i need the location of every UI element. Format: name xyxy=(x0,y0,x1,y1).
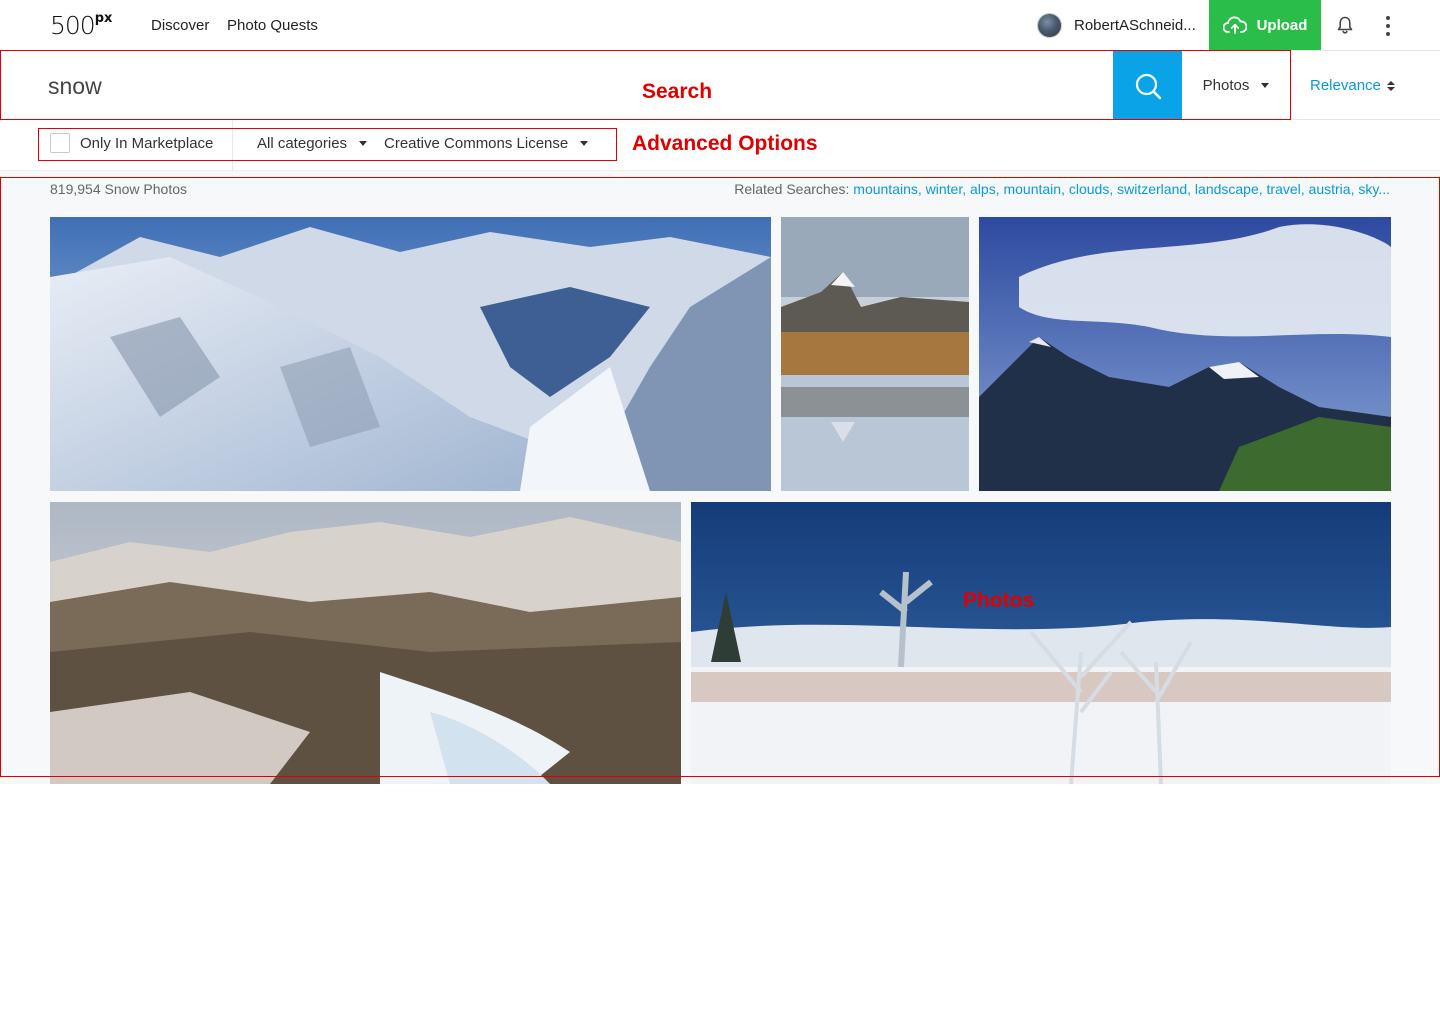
related-search-link[interactable]: travel xyxy=(1267,181,1301,197)
user-menu[interactable]: RobertASchneid... xyxy=(1037,12,1196,38)
content-type-select[interactable]: Photos xyxy=(1182,51,1290,120)
related-search-link[interactable]: austria xyxy=(1309,181,1351,197)
comma-separator: , xyxy=(1061,181,1065,197)
related-search-link[interactable]: sky... xyxy=(1358,181,1390,197)
license-select[interactable]: Creative Commons License xyxy=(384,135,589,152)
photo-image xyxy=(979,217,1391,491)
photo-tile[interactable] xyxy=(781,217,969,491)
logo-text: 500 xyxy=(50,11,96,40)
comma-separator: , xyxy=(962,181,967,197)
marketplace-label: Only In Marketplace xyxy=(80,134,214,152)
related-searches-label: Related Searches: xyxy=(734,181,850,197)
photo-image xyxy=(50,217,771,491)
search-bar: Photos Relevance xyxy=(0,50,1440,120)
sort-label: Relevance xyxy=(1310,77,1381,94)
photo-image xyxy=(691,502,1391,784)
category-select[interactable]: All categories xyxy=(257,135,368,152)
cloud-upload-icon xyxy=(1222,16,1247,34)
comma-separator: , xyxy=(1109,181,1114,197)
photo-image xyxy=(781,217,969,491)
photo-tile[interactable] xyxy=(691,502,1391,784)
related-search-link[interactable]: mountains xyxy=(853,181,918,197)
related-search-link[interactable]: clouds xyxy=(1069,181,1109,197)
comma-separator: , xyxy=(1350,181,1355,197)
search-button[interactable] xyxy=(1113,51,1182,120)
upload-button[interactable]: Upload xyxy=(1209,0,1321,50)
logo-sup: px xyxy=(94,10,113,26)
related-search-link[interactable]: landscape xyxy=(1195,181,1259,197)
marketplace-filter[interactable]: Only In Marketplace xyxy=(50,133,213,153)
photo-image xyxy=(50,502,681,784)
results-count: 819,954 Snow Photos xyxy=(50,181,187,197)
photo-tile[interactable] xyxy=(50,502,681,784)
bell-icon[interactable] xyxy=(1335,15,1355,35)
category-label: All categories xyxy=(257,135,348,152)
content-type-label: Photos xyxy=(1202,77,1250,94)
comma-separator: , xyxy=(917,181,922,197)
sort-select[interactable]: Relevance xyxy=(1310,51,1395,120)
comma-separator: , xyxy=(1258,181,1263,197)
comma-separator: , xyxy=(995,181,1000,197)
avatar xyxy=(1037,12,1062,38)
chevron-down-icon xyxy=(359,141,368,146)
results-area: 819,954 Snow Photos Related Searches: mo… xyxy=(0,171,1440,784)
related-search-link[interactable]: alps xyxy=(970,181,996,197)
related-search-link[interactable]: mountain xyxy=(1003,181,1061,197)
related-search-link[interactable]: switzerland xyxy=(1117,181,1187,197)
top-navigation: 500px Discover Photo Quests RobertASchne… xyxy=(0,0,1440,50)
search-icon xyxy=(1135,73,1161,99)
sort-arrows-icon xyxy=(1386,80,1395,91)
comma-separator: , xyxy=(1300,181,1305,197)
chevron-down-icon xyxy=(1261,83,1270,88)
marketplace-checkbox[interactable] xyxy=(50,133,70,153)
advanced-options-bar: Only In Marketplace All categories Creat… xyxy=(0,120,1440,171)
license-label: Creative Commons License xyxy=(384,135,569,152)
comma-separator: , xyxy=(1187,181,1192,197)
photo-tile[interactable] xyxy=(979,217,1391,491)
related-searches: Related Searches: mountains, winter, alp… xyxy=(734,181,1390,197)
chevron-down-icon xyxy=(580,141,589,146)
site-logo[interactable]: 500px xyxy=(50,11,112,40)
nav-discover-link[interactable]: Discover xyxy=(151,17,209,34)
related-search-link[interactable]: winter xyxy=(926,181,963,197)
divider xyxy=(232,120,233,171)
search-input[interactable] xyxy=(48,65,1098,107)
nav-photo-quests-link[interactable]: Photo Quests xyxy=(227,17,318,34)
upload-label: Upload xyxy=(1256,16,1308,34)
more-options-icon[interactable] xyxy=(1380,14,1396,38)
username: RobertASchneid... xyxy=(1074,16,1196,34)
photo-tile[interactable] xyxy=(50,217,771,491)
